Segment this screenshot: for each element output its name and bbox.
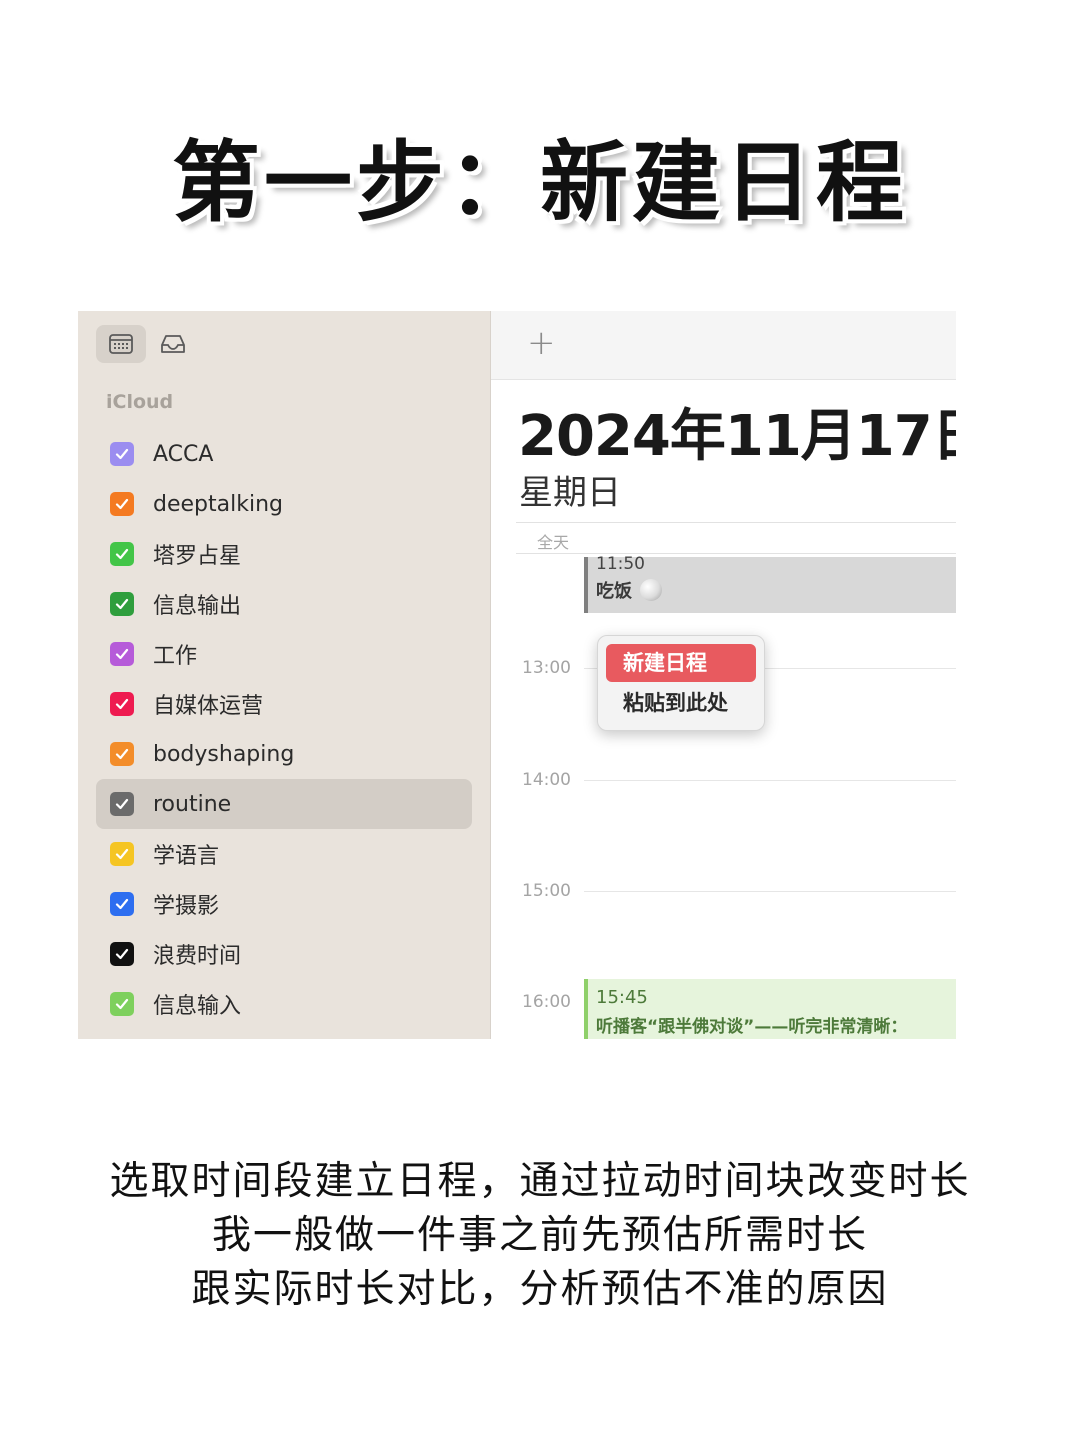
sidebar-item-calendar[interactable]: routine (96, 779, 472, 829)
rice-ball-emoji-icon (640, 579, 662, 601)
calendar-view-button[interactable] (96, 325, 146, 363)
sidebar-item-calendar[interactable]: bodyshaping (96, 729, 472, 779)
event-time: 15:45 (596, 987, 648, 1008)
date-title: 2024年11月17日 (518, 404, 956, 469)
calendar-name: bodyshaping (153, 741, 295, 767)
all-day-label: 全天 (537, 533, 570, 552)
event-title: 吃饭 (596, 581, 632, 602)
hour-label-15: 15:00 (522, 881, 571, 901)
event-podcast[interactable]: 15:45 听播客“跟半佛对谈”——听完非常清晰： (584, 979, 956, 1039)
weekday-label: 星期日 (519, 473, 621, 513)
checkbox-checked-icon[interactable] (110, 492, 134, 516)
page-heading: 第一步：新建日程 (171, 130, 908, 234)
inbox-button[interactable] (148, 325, 198, 363)
toolbar: + (491, 311, 956, 380)
calendar-name: 工作 (153, 644, 198, 669)
calendar-screenshot: iCloud ACCA deeptalking 塔罗占星信息输出工作自媒体运营 bod… (78, 311, 956, 1039)
inbox-icon (161, 335, 185, 353)
sidebar-item-calendar[interactable]: 学语言 (96, 829, 472, 879)
sidebar-item-calendar[interactable]: 塔罗占星 (96, 529, 472, 579)
caption-line: 跟实际时长对比，分析预估不准的原因 (191, 1267, 889, 1312)
caption-line: 选取时间段建立日程，通过拉动时间块改变时长 (109, 1159, 971, 1204)
hour-label-13: 13:00 (522, 658, 571, 678)
calendar-name: deeptalking (153, 491, 283, 517)
hour-label-14: 14:00 (522, 770, 571, 790)
calendar-name: 信息输出 (153, 594, 242, 619)
sidebar-item-calendar[interactable]: 浪费时间 (96, 929, 472, 979)
sidebar-item-calendar[interactable]: deeptalking (96, 479, 472, 529)
calendar-list: ACCA deeptalking 塔罗占星信息输出工作自媒体运营 bodyshapin… (96, 429, 472, 1029)
menu-item-new-event[interactable]: 新建日程 (606, 644, 756, 682)
checkbox-checked-icon[interactable] (110, 792, 134, 816)
sidebar-item-calendar[interactable]: 工作 (96, 629, 472, 679)
hour-line (584, 780, 956, 781)
checkbox-checked-icon[interactable] (110, 942, 134, 966)
checkbox-checked-icon[interactable] (110, 542, 134, 566)
sidebar-item-calendar[interactable]: ACCA (96, 429, 472, 479)
checkbox-checked-icon[interactable] (110, 642, 134, 666)
sidebar-item-calendar[interactable]: 学摄影 (96, 879, 472, 929)
calendar-name: 浪费时间 (153, 944, 242, 969)
checkbox-checked-icon[interactable] (110, 592, 134, 616)
calendar-name: 学语言 (153, 844, 220, 869)
menu-item-paste-here[interactable]: 粘贴到此处 (606, 684, 756, 722)
event-time: 11:50 (596, 554, 645, 574)
icloud-section-title: iCloud (106, 391, 174, 413)
event-lunch[interactable]: 11:50 吃饭 (584, 554, 956, 613)
calendar-name: 自媒体运营 (153, 694, 264, 719)
calendar-name: 塔罗占星 (153, 544, 242, 569)
all-day-row[interactable]: 全天 (516, 522, 956, 554)
sidebar-item-calendar[interactable]: 自媒体运营 (96, 679, 472, 729)
calendar-name: 信息输入 (153, 994, 242, 1019)
sidebar: iCloud ACCA deeptalking 塔罗占星信息输出工作自媒体运营 bod… (78, 311, 491, 1039)
event-title: 听播客“跟半佛对谈”——听完非常清晰： (596, 1017, 908, 1037)
hour-label-16: 16:00 (522, 992, 571, 1012)
calendar-name: routine (153, 791, 232, 817)
sidebar-item-calendar[interactable]: 信息输入 (96, 979, 472, 1029)
calendar-name: 学摄影 (153, 894, 220, 919)
checkbox-checked-icon[interactable] (110, 842, 134, 866)
checkbox-checked-icon[interactable] (110, 742, 134, 766)
checkbox-checked-icon[interactable] (110, 892, 134, 916)
checkbox-checked-icon[interactable] (110, 442, 134, 466)
sidebar-item-calendar[interactable]: 信息输出 (96, 579, 472, 629)
add-event-button[interactable]: + (527, 323, 556, 363)
checkbox-checked-icon[interactable] (110, 692, 134, 716)
caption-line: 我一般做一件事之前先预估所需时长 (211, 1213, 868, 1258)
checkbox-checked-icon[interactable] (110, 992, 134, 1016)
context-menu: 新建日程 粘贴到此处 (597, 635, 765, 731)
calendar-name: ACCA (153, 441, 214, 467)
hour-line (584, 891, 956, 892)
calendar-icon (109, 334, 133, 354)
caption: 选取时间段建立日程，通过拉动时间块改变时长 我一般做一件事之前先预估所需时长 跟… (0, 1155, 1080, 1317)
day-view: + 2024年11月17日 星期日 全天 11:50 吃饭 13:00 14:0… (491, 311, 956, 1039)
